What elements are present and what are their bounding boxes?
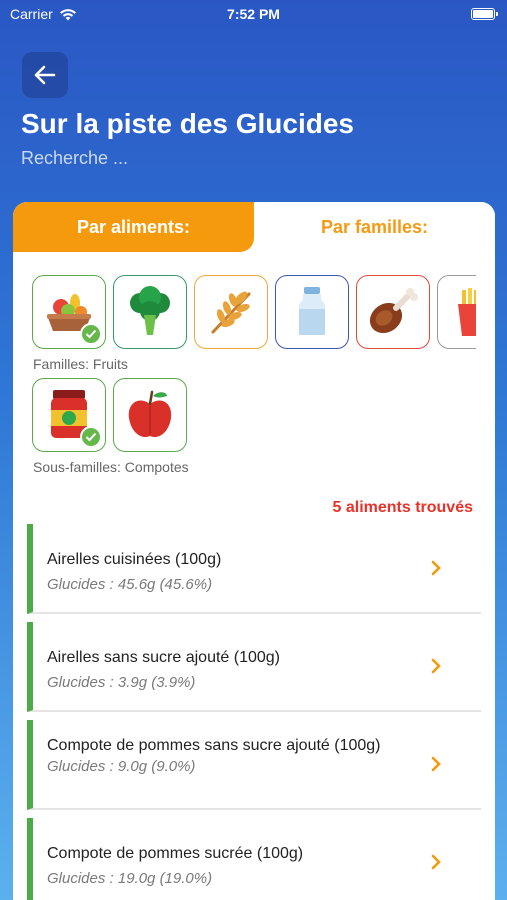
main-card: Par aliments: Par familles: Familles: Fr… [13, 202, 495, 900]
chevron-right-icon [431, 854, 441, 870]
chevron-right-icon [431, 756, 441, 772]
wheat-icon [211, 291, 251, 334]
broccoli-icon [130, 286, 170, 335]
subfamily-icon-row [32, 378, 476, 454]
subfamilies-label: Sous-familles: Compotes [33, 459, 189, 475]
tab-par-aliments[interactable]: Par aliments: [13, 202, 254, 252]
results-list: Airelles cuisinées (100g) Glucides : 45.… [27, 524, 481, 900]
list-item[interactable]: Airelles cuisinées (100g) Glucides : 45.… [27, 524, 481, 614]
apple-icon [128, 390, 172, 438]
family-fruits-tile[interactable] [32, 275, 106, 349]
page-title: Sur la piste des Glucides [21, 108, 355, 139]
list-item[interactable]: Airelles sans sucre ajouté (100g) Glucid… [27, 622, 481, 712]
subfamily-apples-tile[interactable] [113, 378, 187, 452]
item-carbs: Glucides : 9.0g (9.0%) [47, 758, 196, 775]
tab-bar: Par aliments: Par familles: [13, 202, 495, 252]
item-name: Airelles sans sucre ajouté (100g) [47, 649, 281, 666]
search-input[interactable]: Recherche ... [21, 148, 128, 169]
chicken-leg-icon [369, 288, 418, 334]
item-carbs: Glucides : 19.0g (19.0%) [47, 870, 213, 887]
families-label: Familles: Fruits [33, 356, 128, 372]
list-item[interactable]: Compote de pommes sucrée (100g) Glucides… [27, 818, 481, 900]
tab-par-familles[interactable]: Par familles: [254, 202, 495, 252]
selected-check-icon [80, 323, 102, 345]
status-time: 7:52 PM [227, 6, 280, 22]
family-meat-tile[interactable] [356, 275, 430, 349]
item-name: Airelles cuisinées (100g) [47, 551, 222, 568]
battery-icon [471, 8, 498, 20]
family-fastfood-tile[interactable] [437, 275, 476, 349]
chevron-right-icon [431, 560, 441, 576]
subfamily-compotes-tile[interactable] [32, 378, 106, 452]
fries-icon [458, 288, 476, 336]
item-carbs: Glucides : 45.6g (45.6%) [47, 576, 213, 593]
selected-check-icon [80, 426, 102, 448]
chevron-right-icon [431, 658, 441, 674]
back-button[interactable] [22, 52, 68, 98]
family-dairy-tile[interactable] [275, 275, 349, 349]
results-count: 5 aliments trouvés [332, 499, 474, 516]
family-icon-row [32, 275, 476, 351]
status-bar: Carrier 7:52 PM [0, 0, 507, 30]
item-carbs: Glucides : 3.9g (3.9%) [47, 674, 196, 691]
list-item[interactable]: Compote de pommes sans sucre ajouté (100… [27, 720, 481, 810]
arrow-left-icon [34, 65, 56, 85]
item-name: Compote de pommes sans sucre ajouté (100… [47, 737, 381, 754]
family-vegetables-tile[interactable] [113, 275, 187, 349]
milk-bottle-icon [299, 287, 325, 335]
family-cereals-tile[interactable] [194, 275, 268, 349]
item-name: Compote de pommes sucrée (100g) [47, 845, 304, 862]
